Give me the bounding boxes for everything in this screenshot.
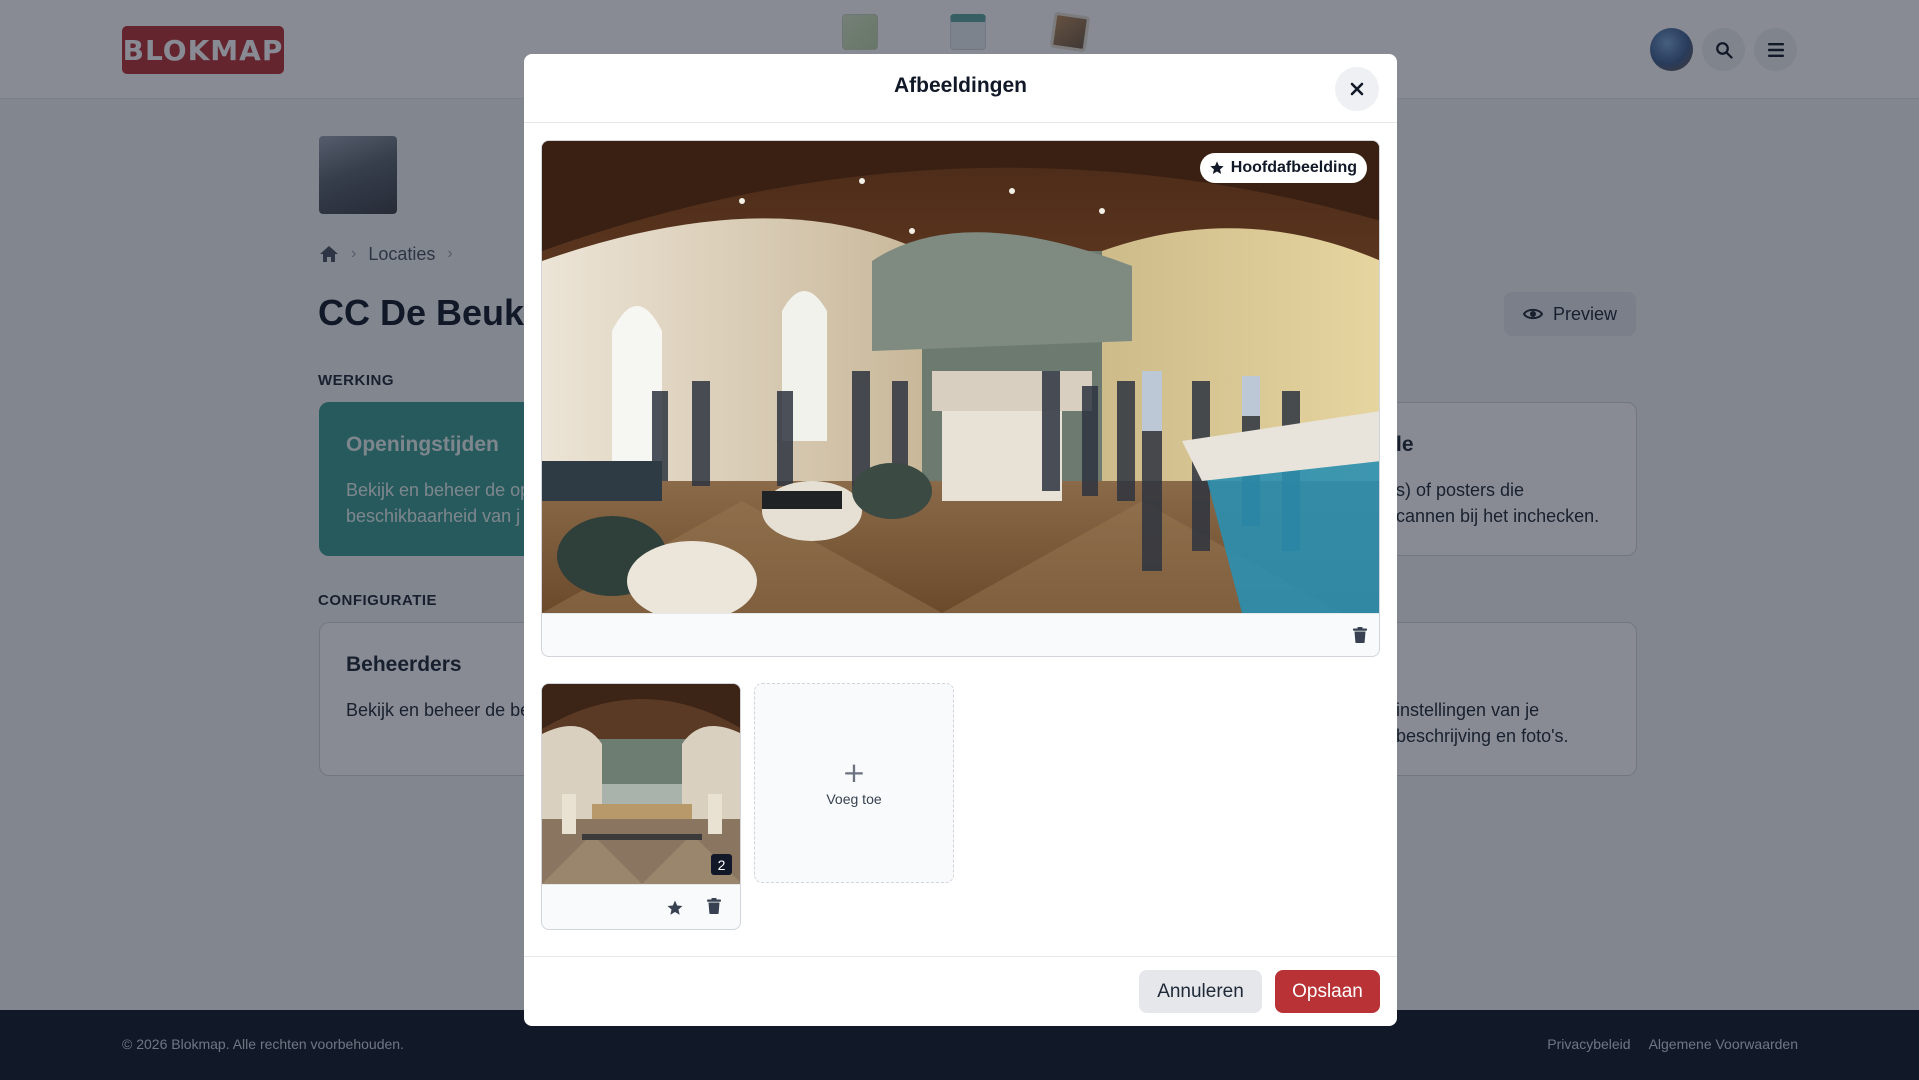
plus-icon: + [842,756,866,789]
modal-footer: Annuleren Opslaan [524,956,1397,1026]
images-modal: Afbeeldingen Hoofdafbeelding 2 + Voeg to… [524,54,1397,1026]
image-order-badge: 2 [711,854,732,875]
star-icon [1210,161,1224,174]
image-thumbnail-card: 2 [541,683,741,930]
modal-title: Afbeeldingen [893,74,1027,97]
main-image[interactable] [542,141,1380,613]
main-image-card: Hoofdafbeelding [541,140,1380,657]
thumbnail-actions [542,884,740,929]
main-image-actions [542,613,1379,656]
close-icon [1350,82,1364,96]
set-main-image-button[interactable] [666,899,684,917]
main-image-badge: Hoofdafbeelding [1199,153,1367,183]
add-image-label: Voeg toe [826,791,882,807]
delete-main-image-button[interactable] [1353,627,1367,643]
modal-header: Afbeeldingen [524,54,1397,123]
delete-thumbnail-button[interactable] [707,898,721,914]
save-button[interactable]: Opslaan [1275,970,1380,1013]
close-button[interactable] [1335,67,1379,111]
add-image-button[interactable]: + Voeg toe [754,683,954,883]
main-image-badge-label: Hoofdafbeelding [1230,159,1357,176]
cancel-button[interactable]: Annuleren [1139,970,1262,1013]
